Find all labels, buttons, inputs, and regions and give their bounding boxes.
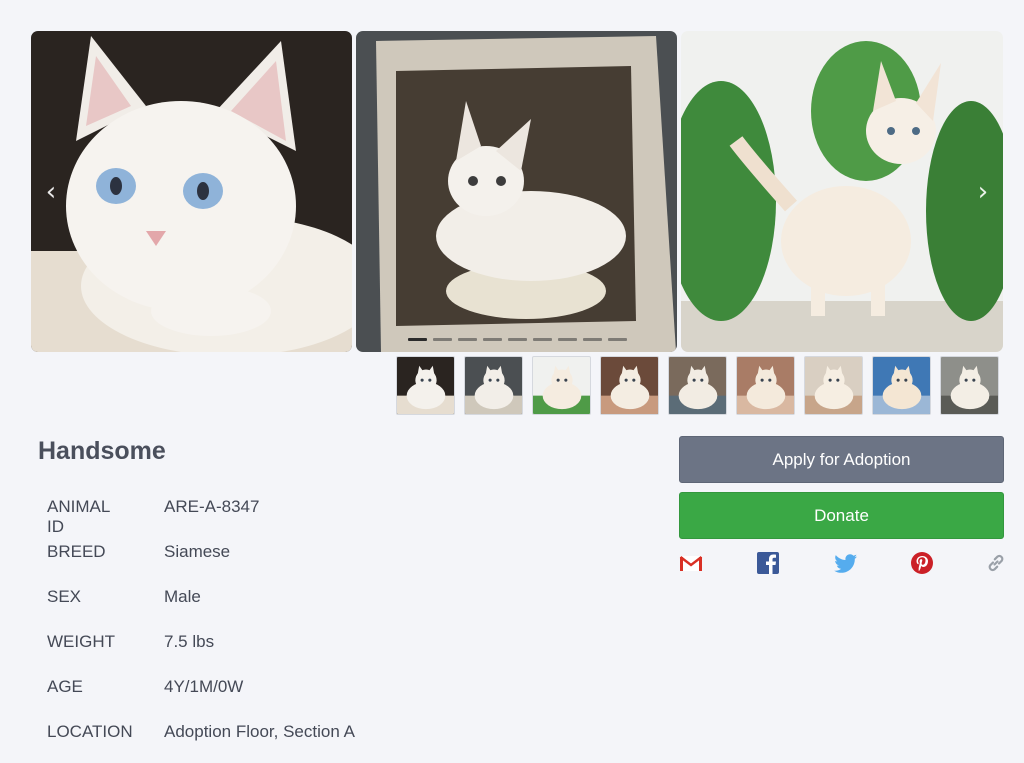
carousel-dot[interactable] xyxy=(433,338,452,341)
share-bar xyxy=(679,551,1004,575)
carousel-dot[interactable] xyxy=(483,338,502,341)
carousel-dot[interactable] xyxy=(533,338,552,341)
pet-name: Handsome xyxy=(38,437,166,465)
cat-thumbnail-photo xyxy=(465,357,522,414)
thumbnail-strip xyxy=(396,356,999,415)
carousel-indicators xyxy=(408,338,627,341)
detail-value: Siamese xyxy=(164,542,231,561)
twitter-icon[interactable] xyxy=(834,551,858,575)
thumbnail-7[interactable] xyxy=(804,356,863,415)
cat-thumbnail-photo xyxy=(601,357,658,414)
detail-value: Male xyxy=(164,587,201,606)
thumbnail-3[interactable] xyxy=(532,356,591,415)
chevron-left-icon[interactable]: ‹ xyxy=(39,179,63,205)
gmail-icon[interactable] xyxy=(679,551,703,575)
thumbnail-6[interactable] xyxy=(736,356,795,415)
carousel-dot[interactable] xyxy=(558,338,577,341)
facebook-icon[interactable] xyxy=(756,551,780,575)
cat-closeup-photo xyxy=(31,31,352,352)
detail-value: ARE-A-8347 xyxy=(164,497,260,516)
detail-label: LOCATION xyxy=(47,722,133,741)
carousel-photo-3[interactable]: › xyxy=(681,31,1003,352)
detail-label: WEIGHT xyxy=(47,632,115,651)
carousel-dot[interactable] xyxy=(458,338,477,341)
cat-thumbnail-photo xyxy=(941,357,998,414)
thumbnail-5[interactable] xyxy=(668,356,727,415)
thumbnail-1[interactable] xyxy=(396,356,455,415)
photo-carousel: ‹ › xyxy=(31,31,1003,352)
apply-for-adoption-button[interactable]: Apply for Adoption xyxy=(679,436,1004,483)
carousel-dot[interactable] xyxy=(408,338,427,341)
cat-thumbnail-photo xyxy=(805,357,862,414)
pinterest-icon[interactable] xyxy=(910,551,934,575)
donate-button[interactable]: Donate xyxy=(679,492,1004,539)
detail-value: 7.5 lbs xyxy=(164,632,215,651)
detail-label: BREED xyxy=(47,542,106,561)
detail-label: AGE xyxy=(47,677,83,696)
link-icon[interactable] xyxy=(984,551,1008,575)
detail-label: ANIMAL ID xyxy=(47,497,110,536)
carousel-dot[interactable] xyxy=(583,338,602,341)
cat-thumbnail-photo xyxy=(873,357,930,414)
carousel-photo-2[interactable] xyxy=(356,31,677,352)
chevron-right-icon[interactable]: › xyxy=(971,179,995,205)
detail-value: Adoption Floor, Section A xyxy=(164,722,355,741)
cat-thumbnail-photo xyxy=(533,357,590,414)
cat-thumbnail-photo xyxy=(397,357,454,414)
thumbnail-8[interactable] xyxy=(872,356,931,415)
thumbnail-4[interactable] xyxy=(600,356,659,415)
thumbnail-2[interactable] xyxy=(464,356,523,415)
thumbnail-9[interactable] xyxy=(940,356,999,415)
cat-thumbnail-photo xyxy=(737,357,794,414)
cat-in-box-photo xyxy=(356,31,677,352)
carousel-photo-1[interactable]: ‹ xyxy=(31,31,352,352)
pet-profile-page: ‹ › Handsome ANIMAL ID ARE-A-8347 BREED … xyxy=(0,0,1024,763)
carousel-dot[interactable] xyxy=(508,338,527,341)
detail-label: SEX xyxy=(47,587,82,606)
detail-value: 4Y/1M/0W xyxy=(164,677,244,696)
carousel-dot[interactable] xyxy=(608,338,627,341)
cat-standing-photo xyxy=(681,31,1003,352)
cat-thumbnail-photo xyxy=(669,357,726,414)
